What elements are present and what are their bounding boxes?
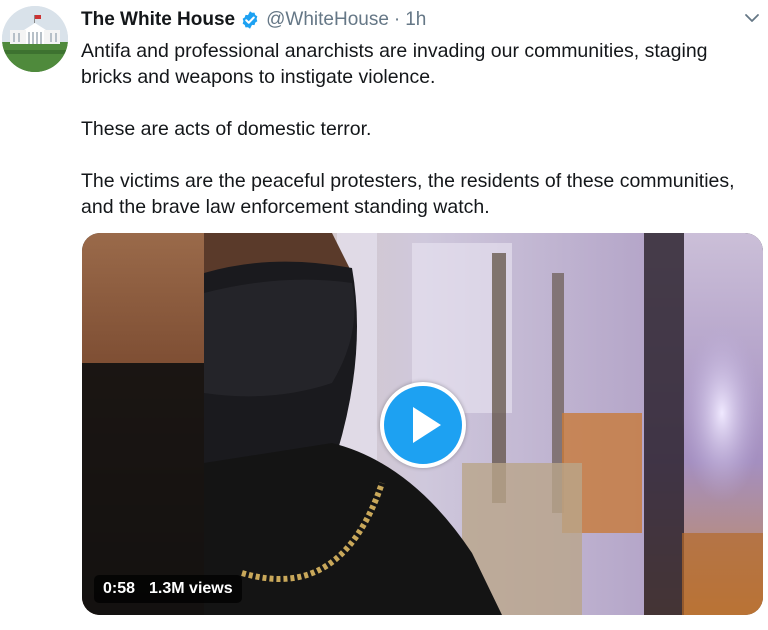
tweet-paragraph: Antifa and professional anarchists are i… <box>81 40 708 88</box>
avatar[interactable] <box>2 6 68 72</box>
tweet-text: Antifa and professional anarchists are i… <box>81 38 761 220</box>
play-icon <box>413 407 441 443</box>
white-house-avatar-image <box>2 6 68 72</box>
video-info-badge: 0:58 1.3M views <box>94 575 242 603</box>
video-views: 1.3M views <box>149 580 233 597</box>
handle[interactable]: @WhiteHouse <box>266 9 389 31</box>
tweet-header: The White House @WhiteHouse · 1h <box>81 9 426 31</box>
tweet-paragraph: The victims are the peaceful protesters,… <box>81 170 735 218</box>
separator-dot: · <box>393 9 401 30</box>
video-duration: 0:58 <box>103 580 136 597</box>
display-name[interactable]: The White House <box>81 9 235 31</box>
timestamp[interactable]: 1h <box>405 9 426 31</box>
tweet-paragraph: These are acts of domestic terror. <box>81 118 372 140</box>
video-player[interactable]: 0:58 1.3M views <box>82 233 763 615</box>
play-button[interactable] <box>380 382 466 468</box>
tweet[interactable]: The White House @WhiteHouse · 1h Antifa … <box>0 0 768 630</box>
chevron-down-icon[interactable] <box>742 8 762 28</box>
verified-badge-icon <box>242 11 258 29</box>
